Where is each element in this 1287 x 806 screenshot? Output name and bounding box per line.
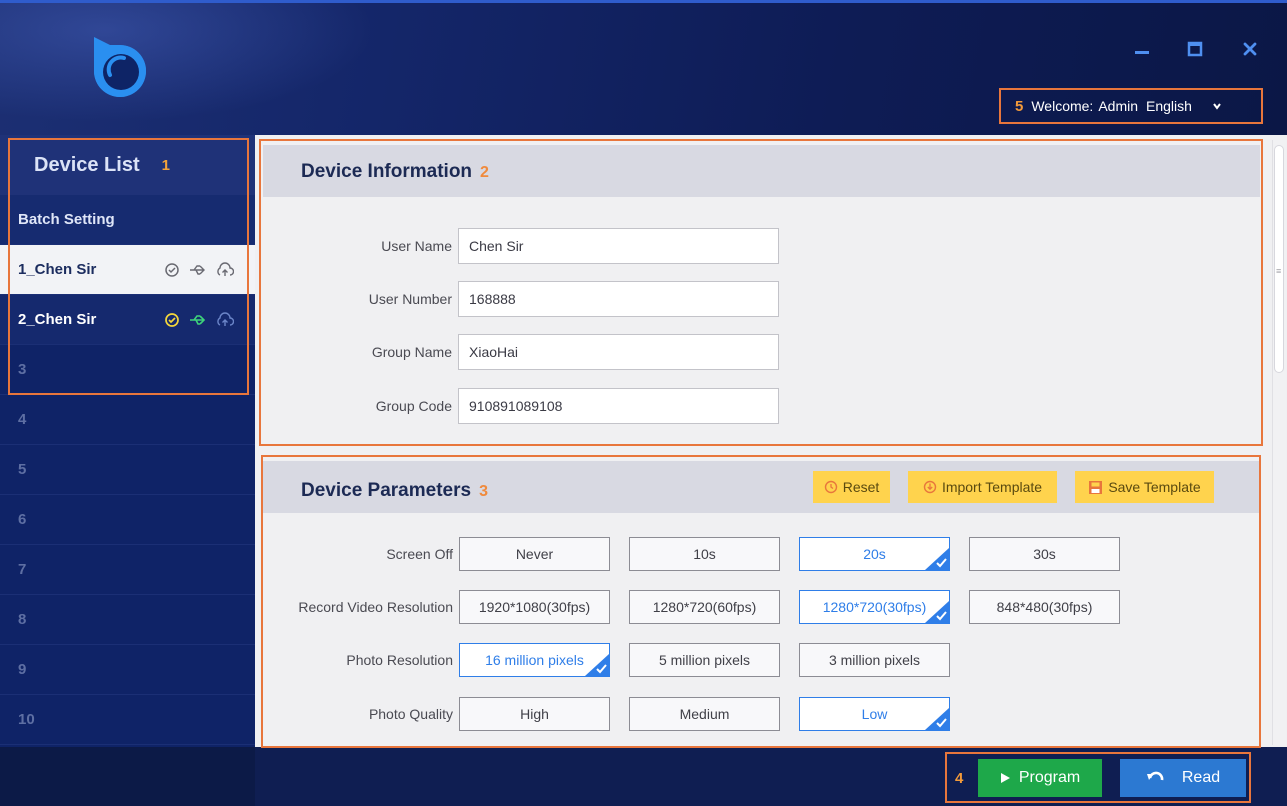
welcome-label: Welcome: xyxy=(1031,98,1094,114)
device-item-1[interactable]: 1_Chen Sir xyxy=(0,245,255,295)
video-res-option-480-30[interactable]: 848*480(30fps) xyxy=(969,590,1120,624)
device-item-7[interactable]: 7 xyxy=(0,545,255,595)
checkmark-icon xyxy=(925,708,949,730)
reset-icon xyxy=(824,480,838,494)
close-icon xyxy=(1243,42,1257,56)
reset-button[interactable]: Reset xyxy=(813,471,890,503)
device-item-6[interactable]: 6 xyxy=(0,495,255,545)
language-value: English xyxy=(1146,98,1192,114)
minimize-icon xyxy=(1135,51,1149,54)
program-button[interactable]: Program xyxy=(978,759,1102,797)
device-list-title: Device List 1 xyxy=(0,135,255,195)
device-item-5[interactable]: 5 xyxy=(0,445,255,495)
screen-off-option-never[interactable]: Never xyxy=(459,537,610,571)
photo-quality-option-high[interactable]: High xyxy=(459,697,610,731)
callout-number-2: 2 xyxy=(480,164,489,181)
close-button[interactable] xyxy=(1235,37,1265,61)
photo-res-option-16mp[interactable]: 16 million pixels xyxy=(459,643,610,677)
photo-quality-option-low[interactable]: Low xyxy=(799,697,950,731)
sync-status-icon xyxy=(164,262,180,278)
callout-number-3: 3 xyxy=(479,483,488,500)
maximize-button[interactable] xyxy=(1180,37,1210,61)
cloud-upload-icon xyxy=(216,262,234,278)
title-bar: 5 Welcome: Admin English xyxy=(0,0,1287,138)
device-item-8[interactable]: 8 xyxy=(0,595,255,645)
device-item-10[interactable]: 10 xyxy=(0,695,255,745)
record-video-resolution-label: Record Video Resolution xyxy=(298,599,453,615)
app-logo xyxy=(94,37,146,97)
save-icon xyxy=(1088,480,1103,495)
user-name-input[interactable] xyxy=(458,228,779,264)
screen-off-label: Screen Off xyxy=(386,546,453,562)
group-code-label: Group Code xyxy=(375,398,452,414)
play-icon xyxy=(1000,773,1010,783)
video-res-option-720-30[interactable]: 1280*720(30fps) xyxy=(799,590,950,624)
callout-number-1: 1 xyxy=(161,156,170,174)
chevron-down-icon xyxy=(1213,103,1221,110)
callout-number-4: 4 xyxy=(955,770,964,787)
user-number-input[interactable] xyxy=(458,281,779,317)
save-template-button[interactable]: Save Template xyxy=(1075,471,1214,503)
sync-status-icon xyxy=(164,312,180,328)
photo-quality-option-medium[interactable]: Medium xyxy=(629,697,780,731)
cloud-upload-icon xyxy=(216,312,234,328)
photo-resolution-label: Photo Resolution xyxy=(346,652,453,668)
import-icon xyxy=(923,480,937,494)
device-params-title: Device Parameters 3 xyxy=(301,480,488,501)
checkmark-icon xyxy=(925,548,949,570)
video-res-option-1080-30[interactable]: 1920*1080(30fps) xyxy=(459,590,610,624)
device-item-9[interactable]: 9 xyxy=(0,645,255,695)
usb-icon xyxy=(189,263,207,277)
video-res-option-720-60[interactable]: 1280*720(60fps) xyxy=(629,590,780,624)
callout-number-5: 5 xyxy=(1015,97,1024,115)
scrollbar-thumb[interactable]: ≡ xyxy=(1274,145,1284,373)
undo-icon xyxy=(1146,771,1164,781)
user-name-label: User Name xyxy=(381,238,452,254)
device-list-sidebar: Device List 1 Batch Setting 1_Chen Sir 2… xyxy=(0,135,255,747)
device-item-4[interactable]: 4 xyxy=(0,395,255,445)
group-code-input[interactable] xyxy=(458,388,779,424)
batch-setting-item[interactable]: Batch Setting xyxy=(0,195,255,245)
photo-res-option-5mp[interactable]: 5 million pixels xyxy=(629,643,780,677)
photo-res-option-3mp[interactable]: 3 million pixels xyxy=(799,643,950,677)
checkmark-icon xyxy=(585,654,609,676)
usb-icon xyxy=(189,313,207,327)
language-select[interactable]: English xyxy=(1146,98,1222,114)
user-name[interactable]: Admin xyxy=(1098,98,1138,114)
welcome-bar: 5 Welcome: Admin English xyxy=(999,88,1263,124)
screen-off-option-30s[interactable]: 30s xyxy=(969,537,1120,571)
read-button[interactable]: Read xyxy=(1120,759,1246,797)
checkmark-icon xyxy=(925,601,949,623)
maximize-icon xyxy=(1187,41,1203,57)
photo-quality-label: Photo Quality xyxy=(368,706,453,722)
group-name-input[interactable] xyxy=(458,334,779,370)
minimize-button[interactable] xyxy=(1127,37,1157,61)
user-number-label: User Number xyxy=(368,291,452,307)
screen-off-option-10s[interactable]: 10s xyxy=(629,537,780,571)
scroll-grip-icon: ≡ xyxy=(1276,266,1282,276)
screen-off-option-20s[interactable]: 20s xyxy=(799,537,950,571)
device-item-2[interactable]: 2_Chen Sir xyxy=(0,295,255,345)
group-name-label: Group Name xyxy=(371,344,452,360)
device-info-title: Device Information 2 xyxy=(301,161,489,182)
footer-left-pane xyxy=(0,747,255,806)
device-item-3[interactable]: 3 xyxy=(0,345,255,395)
import-template-button[interactable]: Import Template xyxy=(908,471,1057,503)
